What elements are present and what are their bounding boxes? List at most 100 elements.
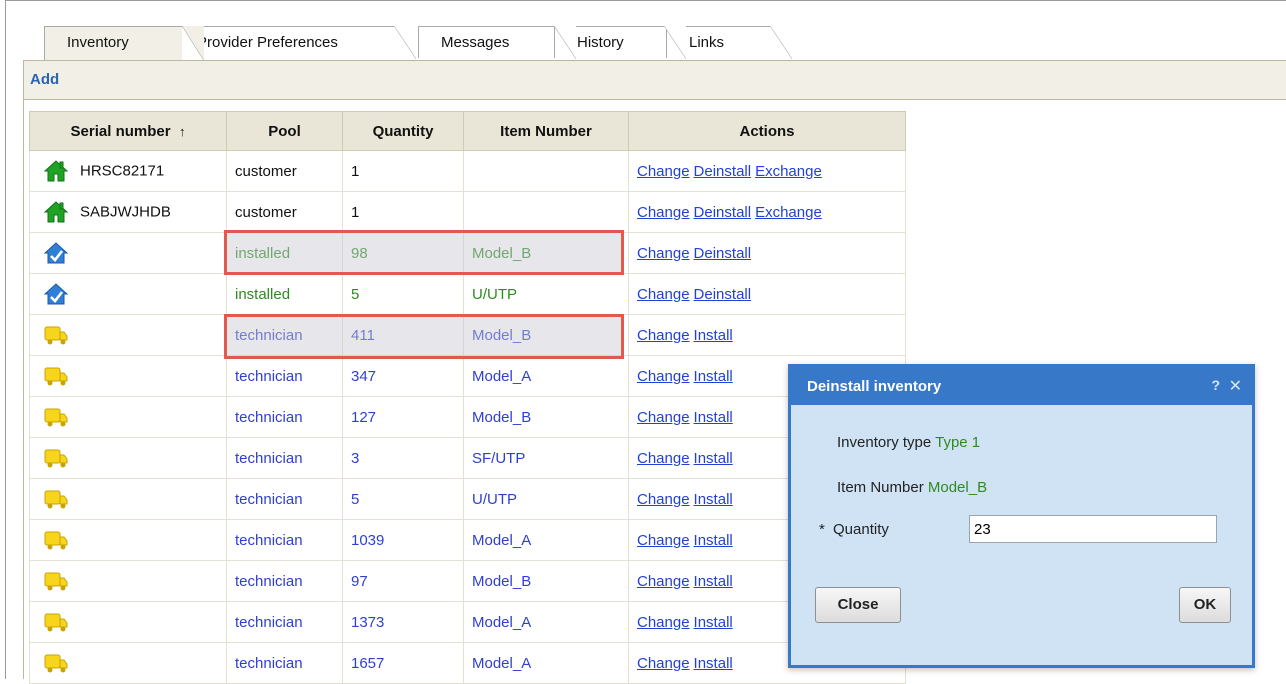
actions-cell: Change Install (628, 314, 906, 356)
serial-cell (29, 519, 227, 561)
table-row: technician 411 Model_B Change Install (29, 314, 906, 356)
actions-cell: Change Deinstall (628, 232, 906, 274)
close-button[interactable]: Close (815, 587, 901, 623)
install-link[interactable]: Install (694, 491, 733, 508)
tab-label: Links (689, 34, 725, 51)
serial-cell (29, 478, 227, 520)
exchange-link[interactable]: Exchange (755, 204, 822, 221)
deinstall-link[interactable]: Deinstall (694, 245, 752, 262)
quantity-cell: 1 (342, 191, 464, 233)
column-header-label: Quantity (372, 122, 434, 140)
pool-cell: installed (226, 273, 343, 315)
change-link[interactable]: Change (637, 491, 690, 508)
yellow-truck-icon (44, 324, 68, 346)
change-link[interactable]: Change (637, 204, 690, 221)
pool-cell: technician (226, 478, 343, 520)
install-link[interactable]: Install (694, 327, 733, 344)
change-link[interactable]: Change (637, 614, 690, 631)
column-header-actions: Actions (628, 111, 906, 151)
table-row: technician 127 Model_B Change Install (29, 396, 906, 438)
serial-cell (29, 560, 227, 602)
item-number-cell: Model_A (463, 355, 629, 397)
table-row: installed 5 U/UTP Change Deinstall (29, 273, 906, 315)
column-header-pool[interactable]: Pool (226, 111, 343, 151)
yellow-truck-icon (44, 652, 68, 674)
change-link[interactable]: Change (637, 532, 690, 549)
tab-inventory[interactable]: Inventory (44, 26, 204, 61)
install-link[interactable]: Install (694, 573, 733, 590)
change-link[interactable]: Change (637, 163, 690, 180)
item-number-cell: U/UTP (463, 273, 629, 315)
add-link[interactable]: Add (30, 71, 59, 88)
help-icon[interactable]: ? (1211, 377, 1220, 393)
quantity-cell: 1373 (342, 601, 464, 643)
serial-cell: SABJWJHDB (29, 191, 227, 233)
required-marker: * (819, 521, 825, 538)
table-row: technician 1039 Model_A Change Install (29, 519, 906, 561)
yellow-truck-icon (44, 406, 68, 428)
item-number-cell: U/UTP (463, 478, 629, 520)
quantity-cell: 1657 (342, 642, 464, 684)
table-row: technician 1657 Model_A Change Install (29, 642, 906, 684)
close-icon[interactable]: ✕ (1229, 376, 1242, 396)
quantity-label: Quantity (833, 521, 889, 538)
yellow-truck-icon (44, 529, 68, 551)
change-link[interactable]: Change (637, 245, 690, 262)
quantity-cell: 127 (342, 396, 464, 438)
quantity-cell: 1039 (342, 519, 464, 561)
install-link[interactable]: Install (694, 532, 733, 549)
deinstall-link[interactable]: Deinstall (694, 163, 752, 180)
column-header-item-number[interactable]: Item Number (463, 111, 629, 151)
blue-house-check-icon (43, 242, 69, 264)
pool-cell: technician (226, 396, 343, 438)
change-link[interactable]: Change (637, 573, 690, 590)
exchange-link[interactable]: Exchange (755, 163, 822, 180)
install-link[interactable]: Install (694, 450, 733, 467)
deinstall-link[interactable]: Deinstall (694, 286, 752, 303)
deinstall-link[interactable]: Deinstall (694, 204, 752, 221)
install-link[interactable]: Install (694, 614, 733, 631)
install-link[interactable]: Install (694, 409, 733, 426)
quantity-cell: 3 (342, 437, 464, 479)
pool-cell: technician (226, 314, 343, 356)
inventory-type-value: Type 1 (935, 434, 981, 451)
column-header-serial[interactable]: Serial number ↑ (29, 111, 227, 151)
dialog-title-bar: Deinstall inventory ? ✕ (791, 367, 1252, 405)
quantity-cell: 411 (342, 314, 464, 356)
inventory-table: Serial number ↑ Pool Quantity Item Numbe… (29, 111, 906, 684)
pool-cell: technician (226, 601, 343, 643)
change-link[interactable]: Change (637, 450, 690, 467)
pool-cell: technician (226, 437, 343, 479)
change-link[interactable]: Change (637, 409, 690, 426)
actions-cell: Change Deinstall Exchange (628, 191, 906, 233)
pool-cell: technician (226, 642, 343, 684)
tab-messages[interactable]: Messages (418, 26, 576, 59)
tab-provider-preferences[interactable]: Provider Preferences (174, 26, 416, 59)
tab-label: Messages (441, 34, 510, 51)
actions-cell: Change Deinstall (628, 273, 906, 315)
serial-number: HRSC82171 (80, 162, 165, 180)
quantity-row: * Quantity (819, 521, 889, 538)
change-link[interactable]: Change (637, 327, 690, 344)
deinstall-inventory-dialog: Deinstall inventory ? ✕ Inventory type T… (788, 364, 1255, 668)
pool-cell: installed (226, 232, 343, 274)
column-header-quantity[interactable]: Quantity (342, 111, 464, 151)
install-link[interactable]: Install (694, 655, 733, 672)
item-number-cell: Model_B (463, 560, 629, 602)
change-link[interactable]: Change (637, 368, 690, 385)
window-left-border (5, 0, 6, 679)
change-link[interactable]: Change (637, 286, 690, 303)
yellow-truck-icon (44, 365, 68, 387)
toolbar: Add (23, 60, 1286, 100)
pool-cell: technician (226, 519, 343, 561)
item-number-label: Item Number (837, 479, 924, 496)
pool-cell: technician (226, 560, 343, 602)
change-link[interactable]: Change (637, 655, 690, 672)
ok-button[interactable]: OK (1179, 587, 1231, 623)
table-header-row: Serial number ↑ Pool Quantity Item Numbe… (29, 111, 906, 151)
sort-ascending-icon: ↑ (178, 123, 186, 139)
column-header-label: Pool (268, 122, 301, 140)
install-link[interactable]: Install (694, 368, 733, 385)
item-number-cell: SF/UTP (463, 437, 629, 479)
quantity-input[interactable] (969, 515, 1217, 543)
